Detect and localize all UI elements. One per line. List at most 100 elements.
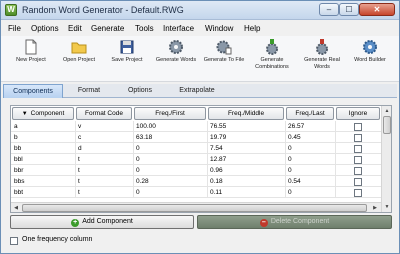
cell-format-code[interactable]: c <box>76 132 134 143</box>
vertical-scrollbar[interactable]: ▲ ▼ <box>381 106 391 212</box>
cell-freq-first[interactable]: 0 <box>134 143 208 154</box>
cell-component[interactable]: bbr <box>12 165 76 176</box>
column-header-component[interactable]: ▼ Component <box>12 107 74 120</box>
one-frequency-checkbox[interactable] <box>10 237 18 245</box>
cell-freq-middle[interactable]: 0.11 <box>208 187 286 198</box>
table-row[interactable]: bbs t 0.28 0.18 0.54 <box>11 176 381 187</box>
cell-freq-last[interactable]: 0 <box>286 187 336 198</box>
scroll-up-arrow-icon[interactable]: ▲ <box>382 106 391 116</box>
generate-combinations-button[interactable]: Generate Combinations <box>247 38 297 80</box>
vertical-scroll-thumb[interactable] <box>383 116 391 134</box>
cell-format-code[interactable]: t <box>76 154 134 165</box>
menu-window[interactable]: Window <box>205 24 233 33</box>
tab-extrapolate[interactable]: Extrapolate <box>167 84 227 98</box>
ignore-checkbox[interactable] <box>354 178 362 186</box>
menu-generate[interactable]: Generate <box>91 24 124 33</box>
generate-real-words-label: Generate Real Words <box>304 57 340 70</box>
cell-freq-middle[interactable]: 76.55 <box>208 121 286 132</box>
column-header-freq-middle[interactable]: Freq./Middle <box>208 107 284 120</box>
cell-freq-last[interactable]: 26.57 <box>286 121 336 132</box>
column-header-freq-first[interactable]: Freq./First <box>134 107 206 120</box>
tab-components[interactable]: Components <box>3 84 63 98</box>
cell-freq-first[interactable]: 0 <box>134 165 208 176</box>
cell-freq-first[interactable]: 63.18 <box>134 132 208 143</box>
cell-component[interactable]: bbs <box>12 176 76 187</box>
menu-interface[interactable]: Interface <box>163 24 194 33</box>
menu-options[interactable]: Options <box>31 24 59 33</box>
title-bar[interactable]: W Random Word Generator - Default.RWG – … <box>1 1 399 20</box>
cell-format-code[interactable]: t <box>76 176 134 187</box>
menu-bar: File Options Edit Generate Tools Interfa… <box>1 21 399 35</box>
tab-format[interactable]: Format <box>65 84 113 98</box>
minus-icon: – <box>259 219 268 227</box>
cell-component[interactable]: a <box>12 121 76 132</box>
save-project-button[interactable]: Save Project <box>102 38 152 80</box>
column-header-freq-last[interactable]: Freq./Last <box>286 107 334 120</box>
cell-freq-last[interactable]: 0 <box>286 165 336 176</box>
generate-real-words-button[interactable]: Generate Real Words <box>297 38 347 80</box>
maximize-button[interactable]: ☐ <box>339 3 359 16</box>
menu-file[interactable]: File <box>8 24 21 33</box>
cell-format-code[interactable]: v <box>76 121 134 132</box>
cell-freq-middle[interactable]: 0.18 <box>208 176 286 187</box>
cell-format-code[interactable]: t <box>76 187 134 198</box>
cell-format-code[interactable]: t <box>76 165 134 176</box>
cell-freq-first[interactable]: 0.28 <box>134 176 208 187</box>
generate-to-file-button[interactable]: Generate To File <box>199 38 249 80</box>
table-row[interactable]: a v 100.00 76.55 26.57 <box>11 121 381 132</box>
tab-options[interactable]: Options <box>115 84 165 98</box>
cell-component[interactable]: bb <box>12 143 76 154</box>
components-grid[interactable]: ▼ Component Format Code Freq./First Freq.… <box>10 105 392 213</box>
add-component-button[interactable]: + Add Component <box>10 215 194 229</box>
menu-help[interactable]: Help <box>244 24 260 33</box>
cell-component[interactable]: b <box>12 132 76 143</box>
horizontal-scroll-thumb[interactable] <box>22 204 367 212</box>
ignore-checkbox[interactable] <box>354 156 362 164</box>
minimize-button[interactable]: – <box>319 3 339 16</box>
column-header-format-code[interactable]: Format Code <box>76 107 132 120</box>
new-project-button[interactable]: New Project <box>6 38 56 80</box>
table-row[interactable]: bb d 0 7.54 0 <box>11 143 381 154</box>
gear-icon <box>362 39 378 55</box>
cell-freq-middle[interactable]: 0.96 <box>208 165 286 176</box>
cell-freq-first[interactable]: 0 <box>134 154 208 165</box>
delete-component-button[interactable]: – Delete Component <box>197 215 392 229</box>
cell-freq-first[interactable]: 0 <box>134 187 208 198</box>
scroll-right-arrow-icon[interactable]: ▶ <box>370 203 380 212</box>
cat-gear-icon <box>314 39 330 55</box>
generate-words-button[interactable]: Generate Words <box>151 38 201 80</box>
column-header-ignore[interactable]: Ignore <box>336 107 380 120</box>
cell-format-code[interactable]: d <box>76 143 134 154</box>
ignore-checkbox[interactable] <box>354 189 362 197</box>
close-button[interactable]: ✕ <box>359 3 395 16</box>
generate-combinations-label: Generate Combinations <box>255 57 289 70</box>
cell-component[interactable]: bbt <box>12 187 76 198</box>
scroll-left-arrow-icon[interactable]: ◀ <box>11 203 21 212</box>
cell-freq-last[interactable]: 0 <box>286 143 336 154</box>
ignore-checkbox[interactable] <box>354 145 362 153</box>
table-row[interactable]: bbl t 0 12.87 0 <box>11 154 381 165</box>
cell-freq-last[interactable]: 0 <box>286 154 336 165</box>
cell-freq-first[interactable]: 100.00 <box>134 121 208 132</box>
cell-freq-last[interactable]: 0.45 <box>286 132 336 143</box>
word-builder-button[interactable]: Word Builder <box>345 38 395 80</box>
ignore-checkbox[interactable] <box>354 134 362 142</box>
table-row[interactable]: bbr t 0 0.96 0 <box>11 165 381 176</box>
menu-edit[interactable]: Edit <box>68 24 82 33</box>
ignore-checkbox[interactable] <box>354 167 362 175</box>
cell-freq-middle[interactable]: 12.87 <box>208 154 286 165</box>
table-row[interactable]: bbt t 0 0.11 0 <box>11 187 381 198</box>
column-header-label: Component <box>30 110 65 117</box>
new-document-icon <box>23 39 39 55</box>
open-project-button[interactable]: Open Project <box>54 38 104 80</box>
ignore-checkbox[interactable] <box>354 123 362 131</box>
cell-freq-middle[interactable]: 7.54 <box>208 143 286 154</box>
generate-to-file-label: Generate To File <box>203 57 245 63</box>
cell-freq-middle[interactable]: 19.79 <box>208 132 286 143</box>
cell-component[interactable]: bbl <box>12 154 76 165</box>
cell-freq-last[interactable]: 0.54 <box>286 176 336 187</box>
scroll-down-arrow-icon[interactable]: ▼ <box>382 202 391 212</box>
table-row[interactable]: b c 63.18 19.79 0.45 <box>11 132 381 143</box>
menu-tools[interactable]: Tools <box>135 24 154 33</box>
horizontal-scrollbar[interactable]: ◀ ▶ <box>11 202 381 212</box>
